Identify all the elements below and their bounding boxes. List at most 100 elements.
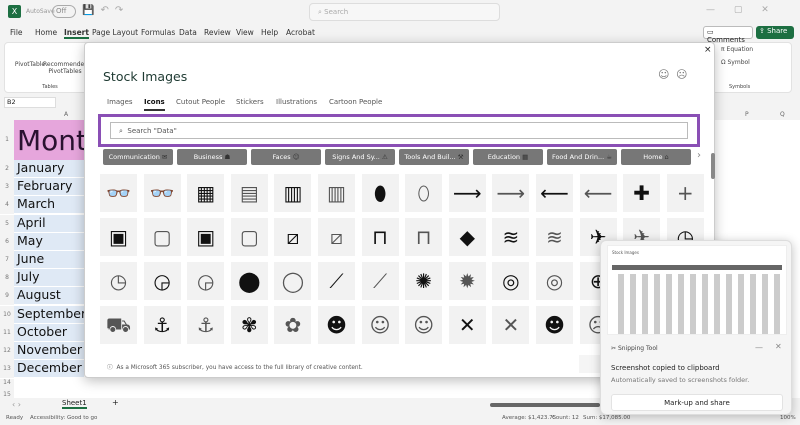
ambulance-icon[interactable]: ⛟: [100, 306, 137, 344]
glasses-outline-icon[interactable]: 👓: [143, 174, 181, 212]
month-cell[interactable]: May: [14, 232, 84, 251]
yarn-icon[interactable]: ✺: [405, 262, 443, 300]
zoom-level[interactable]: 100%: [780, 415, 796, 421]
month-cell[interactable]: September: [14, 305, 86, 324]
acorn-icon[interactable]: ⬮: [361, 174, 399, 212]
month-cell[interactable]: December: [14, 360, 84, 379]
row-number[interactable]: 11: [0, 323, 14, 342]
smile-feedback-icon[interactable]: ☺: [658, 68, 669, 81]
month-cell[interactable]: November: [14, 342, 84, 360]
adapter-left-outline-icon[interactable]: ⟵: [579, 174, 617, 212]
address-book-icon[interactable]: ▣: [100, 218, 137, 256]
category-chip[interactable]: Home ⌂: [621, 149, 691, 165]
abacus-outline-icon[interactable]: ▤: [230, 174, 268, 212]
sheet-tab[interactable]: Sheet1: [62, 399, 87, 409]
category-chip[interactable]: Communication ✉: [103, 149, 173, 165]
tab-stickers[interactable]: Stickers: [236, 98, 264, 106]
column-a[interactable]: A: [64, 111, 68, 118]
tab-cartoon-people[interactable]: Cartoon People: [329, 98, 382, 106]
alien-icon[interactable]: ⬤: [230, 262, 268, 300]
billboard-icon[interactable]: ⊓: [361, 218, 399, 256]
sheet-nav-icons[interactable]: ‹ ›: [12, 400, 21, 409]
menu-data[interactable]: Data: [179, 28, 197, 37]
search-input[interactable]: ⌕ Search: [309, 3, 500, 21]
chevron-right-icon[interactable]: ›: [697, 150, 701, 161]
anchor-outline-icon[interactable]: ⚓: [187, 306, 225, 344]
anchor-icon[interactable]: ⚓: [143, 306, 181, 344]
coral-outline-icon[interactable]: ✿: [274, 306, 312, 344]
needle-outline-icon[interactable]: ⟋: [361, 262, 399, 300]
abacus-icon[interactable]: ▦: [187, 174, 225, 212]
menu-formulas[interactable]: Formulas: [141, 28, 175, 37]
measuring-tape-outline-icon[interactable]: ◎: [536, 262, 573, 300]
tab-icons[interactable]: Icons: [144, 98, 165, 111]
menu-insert[interactable]: Insert: [64, 28, 89, 39]
screenshot-preview[interactable]: Stock Images: [607, 245, 787, 335]
row-number[interactable]: 3: [0, 178, 14, 197]
row-number[interactable]: 7: [0, 251, 14, 269]
window-controls[interactable]: — ▢ ✕: [706, 5, 769, 15]
address-book-2-outline-icon[interactable]: ▢: [230, 218, 268, 256]
dialog-scrollbar[interactable]: [711, 153, 715, 179]
menu-home[interactable]: Home: [35, 28, 57, 37]
adapter-left-icon[interactable]: ⟵: [536, 174, 573, 212]
recommended-pivottables-button[interactable]: Recommended PivotTables: [43, 61, 88, 75]
row-number[interactable]: 5: [0, 214, 14, 233]
month-cell[interactable]: March: [14, 196, 84, 215]
row-number[interactable]: 8: [0, 269, 14, 288]
month-header-cell[interactable]: Month: [14, 120, 84, 160]
minimize-icon[interactable]: —: [755, 343, 763, 352]
row-number[interactable]: 14: [0, 379, 14, 391]
month-cell[interactable]: June: [14, 251, 84, 269]
comments-button[interactable]: ▭ Comments: [703, 26, 753, 44]
menu-file[interactable]: File: [10, 28, 23, 37]
markup-and-share-button[interactable]: Mark-up and share: [611, 394, 783, 411]
month-cell[interactable]: January: [14, 160, 84, 178]
bandage-icon[interactable]: ⧄: [274, 218, 312, 256]
alarm-clock-ringing-outline-icon[interactable]: ◶: [187, 262, 225, 300]
category-chip[interactable]: Signs And Sy... ⚠: [325, 149, 395, 165]
plus-thin-icon[interactable]: +: [666, 174, 704, 212]
address-book-2-icon[interactable]: ▣: [187, 218, 225, 256]
tab-illustrations[interactable]: Illustrations: [276, 98, 317, 106]
menu-page-layout[interactable]: Page Layout: [92, 28, 138, 37]
abacus-frame-icon[interactable]: ▥: [274, 174, 312, 212]
angel-face-outline-icon[interactable]: ☺: [361, 306, 399, 344]
alarm-clock-outline-icon[interactable]: ◷: [100, 262, 137, 300]
africa-icon[interactable]: ◆: [448, 218, 486, 256]
tab-images[interactable]: Images: [107, 98, 133, 106]
category-chip[interactable]: Business ☗: [177, 149, 247, 165]
month-cell[interactable]: October: [14, 323, 84, 342]
angel-face-outline-2-icon[interactable]: ☺: [405, 306, 443, 344]
row-number[interactable]: 4: [0, 196, 14, 215]
menu-view[interactable]: View: [236, 28, 254, 37]
menu-acrobat[interactable]: Acrobat: [286, 28, 315, 37]
row-number[interactable]: 10: [0, 305, 14, 324]
row-number[interactable]: 13: [0, 360, 14, 379]
anger-symbol-icon[interactable]: ✕: [448, 306, 486, 344]
adapter-right-icon[interactable]: ⟶: [448, 174, 486, 212]
farm-landscape-outline-icon[interactable]: ≋: [536, 218, 573, 256]
menu-review[interactable]: Review: [204, 28, 231, 37]
alien-outline-icon[interactable]: ◯: [274, 262, 312, 300]
column-q[interactable]: Q: [780, 111, 785, 118]
equation-button[interactable]: π Equation: [721, 46, 753, 53]
name-box[interactable]: B2: [4, 97, 56, 108]
bandage-outline-icon[interactable]: ⧄: [318, 218, 355, 256]
category-chip[interactable]: Education ▦: [473, 149, 543, 165]
symbol-button[interactable]: Ω Symbol: [721, 59, 750, 66]
frown-feedback-icon[interactable]: ☹: [676, 68, 687, 81]
needle-icon[interactable]: ⟋: [318, 262, 355, 300]
horizontal-scrollbar[interactable]: [490, 403, 600, 407]
row-number[interactable]: 6: [0, 232, 14, 251]
month-cell[interactable]: February: [14, 178, 84, 197]
category-chip[interactable]: Tools And Buil... ⚒: [399, 149, 469, 165]
plus-icon[interactable]: ✚: [623, 174, 661, 212]
row-number[interactable]: 2: [0, 160, 14, 178]
angel-face-icon[interactable]: ☻: [318, 306, 355, 344]
farm-landscape-icon[interactable]: ≋: [492, 218, 530, 256]
undo-redo-icons[interactable]: 💾↶↷: [82, 5, 129, 16]
measuring-tape-icon[interactable]: ◎: [492, 262, 530, 300]
coral-icon[interactable]: ✾: [230, 306, 268, 344]
alarm-clock-ringing-icon[interactable]: ◶: [143, 262, 181, 300]
